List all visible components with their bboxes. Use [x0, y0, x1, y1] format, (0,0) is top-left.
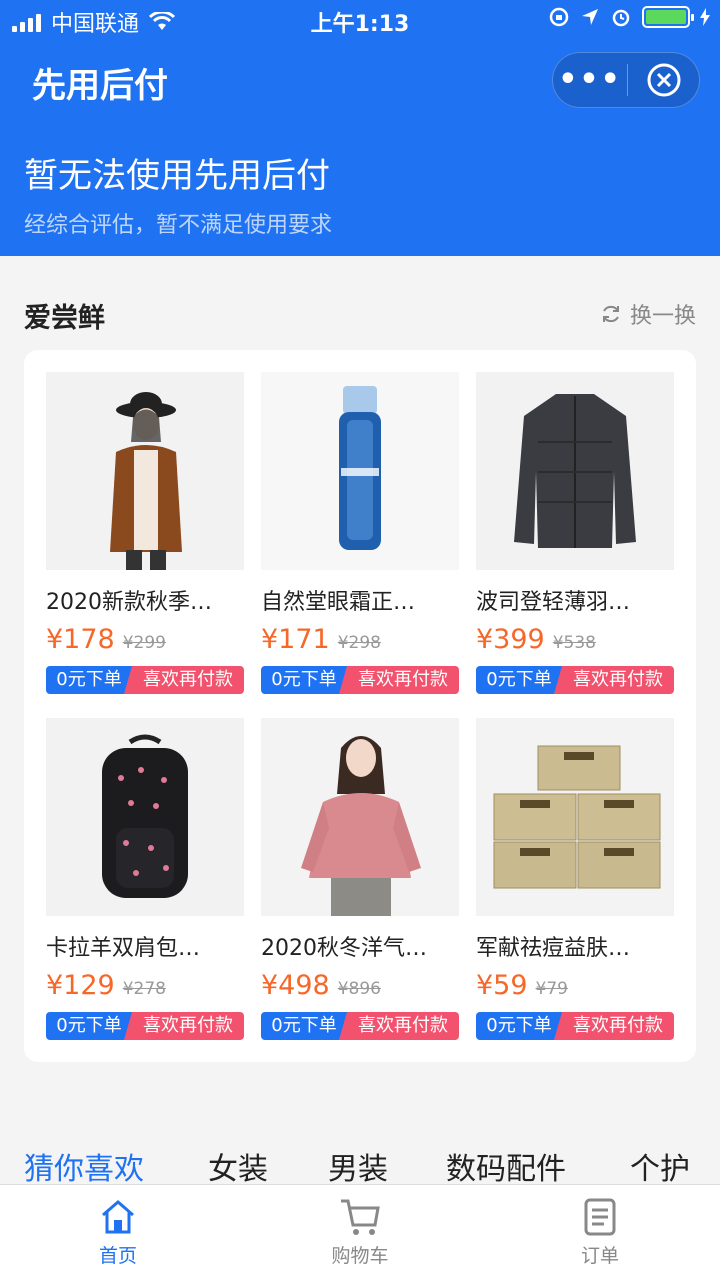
product-item[interactable]: 军献祛痘益肤… ¥59 ¥79 0元下单 喜欢再付款 [476, 718, 674, 1040]
product-price: ¥129 [46, 970, 115, 1001]
product-prices: ¥129 ¥278 [46, 970, 244, 1004]
product-price: ¥498 [261, 970, 330, 1001]
product-price: ¥171 [261, 624, 330, 655]
pay-later-tag: 喜欢再付款 [554, 1012, 674, 1040]
product-name: 2020秋冬洋气… [261, 936, 427, 961]
alarm-icon [612, 9, 630, 27]
product-price: ¥399 [476, 624, 545, 655]
product-original-price: ¥298 [337, 633, 381, 653]
product-name: 波司登轻薄羽… [476, 590, 631, 615]
category-tab-digital[interactable]: 数码配件 [446, 1144, 566, 1188]
pay-later-tag: 喜欢再付款 [339, 1012, 459, 1040]
tab-orders[interactable]: 订单 [540, 1197, 660, 1268]
category-tab-guess[interactable]: 猜你喜欢 [24, 1144, 144, 1188]
product-image [261, 372, 459, 570]
tab-orders-label: 订单 [580, 1245, 619, 1267]
product-name: 自然堂眼霜正… [261, 590, 416, 615]
close-button[interactable] [628, 62, 699, 98]
product-tags: 0元下单 喜欢再付款 [476, 666, 674, 694]
pay-later-tag: 喜欢再付款 [554, 666, 674, 694]
product-item[interactable]: 2020秋冬洋气… ¥498 ¥896 0元下单 喜欢再付款 [261, 718, 459, 1040]
product-item[interactable]: 2020新款秋季… ¥178 ¥299 0元下单 喜欢再付款 [46, 372, 244, 694]
header-area: 中国联通 上午1:13 先用后付 ••• 暂无法使用先用后付 经综合评估，暂不满… [0, 0, 720, 256]
tab-bar: 首页 购物车 订单 [0, 1184, 720, 1280]
product-original-price: ¥538 [552, 633, 596, 653]
product-item[interactable]: 波司登轻薄羽… ¥399 ¥538 0元下单 喜欢再付款 [476, 372, 674, 694]
tab-cart-label: 购物车 [331, 1245, 389, 1267]
zero-order-tag: 0元下单 [261, 666, 347, 694]
section-header: 爱尝鲜 换一换 [24, 296, 696, 334]
zero-order-tag: 0元下单 [46, 1012, 132, 1040]
product-name: 卡拉羊双肩包… [46, 936, 201, 961]
home-icon [102, 1200, 134, 1234]
product-item[interactable]: 卡拉羊双肩包… ¥129 ¥278 0元下单 喜欢再付款 [46, 718, 244, 1040]
product-grid: 2020新款秋季… ¥178 ¥299 0元下单 喜欢再付款 自然堂眼霜正… ¥… [46, 372, 674, 1040]
pay-later-tag: 喜欢再付款 [339, 666, 459, 694]
category-tab-women[interactable]: 女装 [208, 1144, 268, 1188]
zero-order-tag: 0元下单 [476, 1012, 562, 1040]
notice-title: 暂无法使用先用后付 [24, 156, 330, 196]
product-tags: 0元下单 喜欢再付款 [46, 1012, 244, 1040]
product-tags: 0元下单 喜欢再付款 [46, 666, 244, 694]
pay-later-tag: 喜欢再付款 [124, 666, 244, 694]
zero-order-tag: 0元下单 [261, 1012, 347, 1040]
product-card: 2020新款秋季… ¥178 ¥299 0元下单 喜欢再付款 自然堂眼霜正… ¥… [24, 350, 696, 1062]
navbar: 先用后付 ••• [0, 40, 720, 120]
zero-order-tag: 0元下单 [46, 666, 132, 694]
more-button[interactable]: ••• [553, 52, 627, 108]
product-prices: ¥178 ¥299 [46, 624, 244, 658]
orders-icon [584, 1198, 616, 1236]
pay-later-tag: 喜欢再付款 [124, 1012, 244, 1040]
battery-icon [642, 6, 694, 28]
product-item[interactable]: 自然堂眼霜正… ¥171 ¥298 0元下单 喜欢再付款 [261, 372, 459, 694]
product-tags: 0元下单 喜欢再付款 [261, 1012, 459, 1040]
product-prices: ¥59 ¥79 [476, 970, 674, 1004]
category-tabs: 猜你喜欢 女装 男装 数码配件 个护 [0, 1144, 720, 1188]
refresh-label: 换一换 [629, 304, 696, 329]
notice-subtitle: 经综合评估，暂不满足使用要求 [24, 213, 333, 238]
product-price: ¥59 [476, 970, 528, 1001]
status-bar: 中国联通 上午1:13 [0, 0, 720, 40]
product-prices: ¥399 ¥538 [476, 624, 674, 658]
zero-order-tag: 0元下单 [476, 666, 562, 694]
page-title: 先用后付 [32, 66, 168, 106]
product-name: 2020新款秋季… [46, 590, 212, 615]
refresh-icon [602, 305, 619, 323]
section-title: 爱尝鲜 [24, 303, 105, 334]
product-prices: ¥498 ¥896 [261, 970, 459, 1004]
rotation-lock-icon [549, 7, 569, 27]
product-original-price: ¥299 [122, 633, 166, 653]
tab-home[interactable]: 首页 [58, 1197, 178, 1268]
tab-cart[interactable]: 购物车 [300, 1197, 420, 1268]
product-original-price: ¥278 [122, 979, 166, 999]
product-image [46, 372, 244, 570]
product-image [476, 372, 674, 570]
refresh-button[interactable]: 换一换 [600, 298, 696, 330]
location-icon [582, 9, 598, 25]
product-image [46, 718, 244, 916]
charging-icon [700, 8, 710, 26]
product-original-price: ¥896 [337, 979, 381, 999]
product-prices: ¥171 ¥298 [261, 624, 459, 658]
close-icon [647, 63, 680, 97]
product-tags: 0元下单 喜欢再付款 [261, 666, 459, 694]
category-tab-men[interactable]: 男装 [328, 1144, 388, 1188]
product-tags: 0元下单 喜欢再付款 [476, 1012, 674, 1040]
notice-block: 暂无法使用先用后付 经综合评估，暂不满足使用要求 [24, 148, 332, 239]
category-tab-care[interactable]: 个护 [630, 1144, 690, 1188]
product-image [261, 718, 459, 916]
tab-home-label: 首页 [98, 1245, 137, 1267]
mini-program-capsule: ••• [552, 52, 700, 108]
product-name: 军献祛痘益肤… [476, 936, 631, 961]
product-image [476, 718, 674, 916]
product-price: ¥178 [46, 624, 115, 655]
product-original-price: ¥79 [535, 979, 568, 999]
cart-icon [341, 1199, 380, 1235]
